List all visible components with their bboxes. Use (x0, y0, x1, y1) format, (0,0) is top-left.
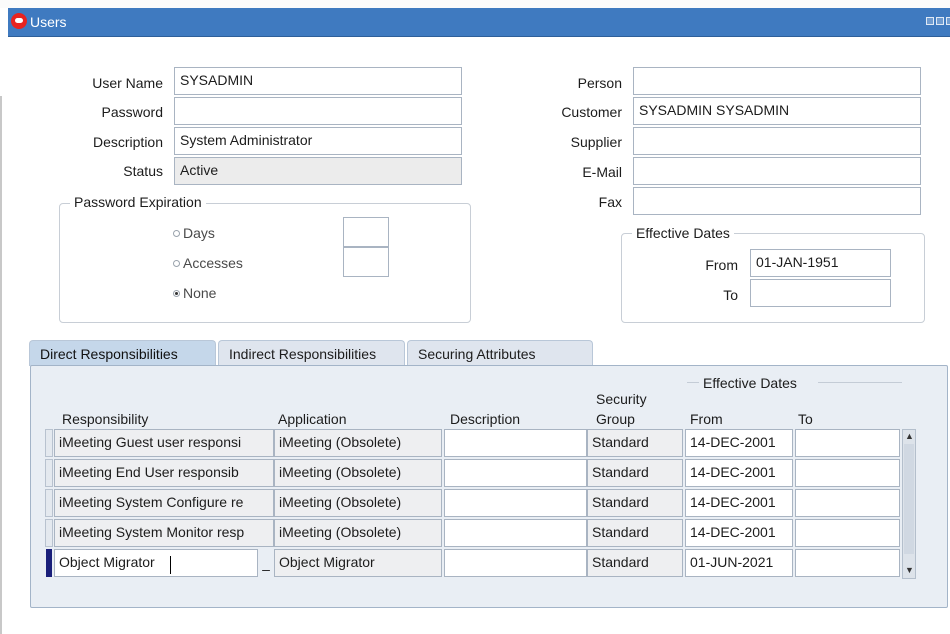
status-label: Status (123, 163, 163, 179)
to-date-cell[interactable] (795, 489, 900, 517)
scroll-thumb[interactable] (904, 444, 914, 554)
person-label: Person (577, 75, 622, 91)
responsibility-cell-active[interactable]: Object Migrator (54, 549, 258, 577)
status-field: Active (174, 157, 462, 185)
description-cell[interactable] (444, 549, 587, 577)
effective-dates-title: Effective Dates (632, 225, 734, 241)
from-date-cell-active[interactable]: 01-JUN-2021 (685, 549, 793, 577)
col-header-responsibility: Responsibility (62, 411, 149, 427)
password-field[interactable] (174, 97, 462, 125)
responsibility-cell[interactable]: iMeeting Guest user responsi (54, 429, 274, 457)
to-date-cell[interactable] (795, 549, 900, 577)
tab-direct-responsibilities[interactable]: Direct Responsibilities (29, 340, 216, 366)
responsibility-cell[interactable]: iMeeting End User responsib (54, 459, 274, 487)
from-date-cell[interactable]: 14-DEC-2001 (685, 459, 793, 487)
col-header-description: Description (450, 411, 521, 427)
left-border (0, 96, 2, 634)
supplier-label: Supplier (570, 134, 622, 150)
col-header-effective-dates: Effective Dates (703, 375, 797, 391)
effective-dates-group (621, 233, 925, 323)
responsibility-cell[interactable]: iMeeting System Monitor resp (54, 519, 274, 547)
row-selector[interactable] (45, 489, 53, 517)
application-cell: iMeeting (Obsolete) (274, 489, 442, 517)
accesses-radio-label: Accesses (183, 255, 243, 271)
security-group-cell: Standard (587, 429, 683, 457)
none-radio-label: None (183, 285, 217, 301)
current-row-indicator[interactable] (46, 549, 52, 577)
effective-dates-rule-left (687, 382, 699, 383)
row-selector[interactable] (45, 519, 53, 547)
security-group-cell: Standard (587, 489, 683, 517)
password-expiration-group (59, 203, 471, 323)
password-label: Password (101, 104, 163, 120)
close-icon[interactable] (946, 17, 950, 25)
effective-from-field[interactable]: 01-JAN-1951 (750, 249, 891, 277)
from-date-cell[interactable]: 14-DEC-2001 (685, 519, 793, 547)
days-radio-label: Days (183, 225, 215, 241)
app-icon (11, 13, 27, 29)
days-input[interactable] (343, 217, 389, 247)
user-name-field[interactable]: SYSADMIN (174, 67, 462, 95)
from-date-cell[interactable]: 14-DEC-2001 (685, 489, 793, 517)
fax-label: Fax (598, 194, 622, 210)
window-title: Users (30, 14, 67, 30)
fax-field[interactable] (633, 187, 921, 215)
tab-indirect-responsibilities[interactable]: Indirect Responsibilities (218, 340, 405, 366)
responsibility-cell[interactable]: iMeeting System Configure re (54, 489, 274, 517)
application-cell: iMeeting (Obsolete) (274, 459, 442, 487)
col-header-to: To (798, 411, 813, 427)
tab-securing-attributes[interactable]: Securing Attributes (407, 340, 593, 366)
accesses-radio[interactable]: Accesses (173, 255, 243, 271)
top-strip (0, 0, 950, 8)
security-group-cell: Standard (587, 519, 683, 547)
col-header-from: From (690, 411, 723, 427)
effective-dates-rule-right (818, 382, 902, 383)
description-cell[interactable] (444, 429, 587, 457)
application-cell: iMeeting (Obsolete) (274, 519, 442, 547)
supplier-field[interactable] (633, 127, 921, 155)
grid-scrollbar[interactable]: ▲ ▼ (902, 429, 916, 579)
col-header-group: Group (596, 411, 635, 427)
col-header-security: Security (596, 391, 647, 407)
to-date-cell[interactable] (795, 519, 900, 547)
accesses-radio-button[interactable] (173, 259, 180, 267)
to-date-cell[interactable] (795, 459, 900, 487)
window-titlebar[interactable]: Users (8, 8, 950, 37)
from-date-cell[interactable]: 14-DEC-2001 (685, 429, 793, 457)
description-cell[interactable] (444, 519, 587, 547)
maximize-icon[interactable] (936, 17, 944, 25)
user-name-label: User Name (92, 75, 163, 91)
email-field[interactable] (633, 157, 921, 185)
description-cell[interactable] (444, 489, 587, 517)
scroll-up-icon[interactable]: ▲ (905, 432, 914, 441)
days-radio-button[interactable] (173, 229, 180, 237)
application-cell: Object Migrator (274, 549, 442, 577)
row-selector[interactable] (45, 459, 53, 487)
application-cell: iMeeting (Obsolete) (274, 429, 442, 457)
days-radio[interactable]: Days (173, 225, 215, 241)
list-of-values-indicator[interactable]: – (259, 562, 273, 577)
accesses-input[interactable] (343, 247, 389, 277)
security-group-cell: Standard (587, 549, 683, 577)
none-radio-button[interactable] (173, 289, 180, 297)
security-group-cell: Standard (587, 459, 683, 487)
email-label: E-Mail (582, 164, 622, 180)
person-field[interactable] (633, 67, 921, 95)
password-expiration-title: Password Expiration (70, 194, 206, 210)
description-cell[interactable] (444, 459, 587, 487)
col-header-application: Application (278, 411, 347, 427)
description-label: Description (92, 134, 163, 150)
to-date-cell[interactable] (795, 429, 900, 457)
none-radio[interactable]: None (173, 285, 216, 301)
effective-from-label: From (705, 257, 738, 273)
customer-label: Customer (561, 104, 622, 120)
description-field[interactable]: System Administrator (174, 127, 462, 155)
minimize-icon[interactable] (926, 17, 934, 25)
text-cursor (170, 556, 171, 574)
row-selector[interactable] (45, 429, 53, 457)
scroll-down-icon[interactable]: ▼ (905, 566, 914, 575)
effective-to-label: To (723, 287, 738, 303)
effective-to-field[interactable] (750, 279, 891, 307)
customer-field[interactable]: SYSADMIN SYSADMIN (633, 97, 921, 125)
